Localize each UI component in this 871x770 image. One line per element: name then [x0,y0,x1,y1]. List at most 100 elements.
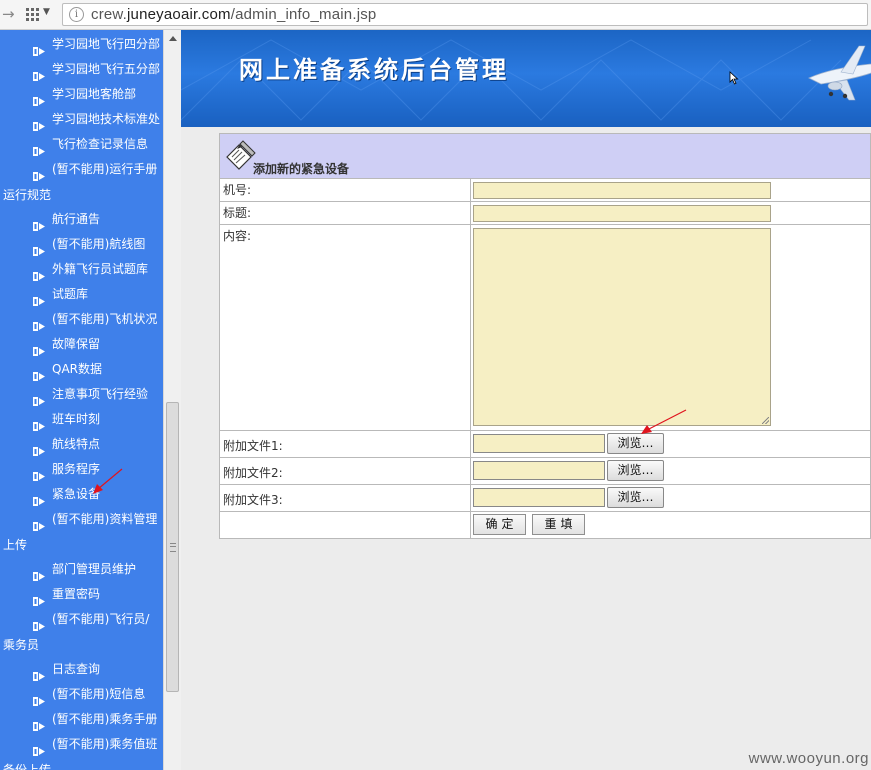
reset-button[interactable]: 重填 [532,514,585,535]
bullet-arrow-icon [33,440,45,456]
scroll-grip-icon [170,543,176,552]
address-bar[interactable]: i crew.juneyaoair.com/admin_info_main.js… [62,3,868,26]
sidebar-item-label[interactable]: (暂不能用)乘务值班 [52,732,157,757]
sidebar-item-label[interactable]: (暂不能用)资料管理 [52,507,157,532]
sidebar-item-label[interactable]: 日志查询 [52,657,100,682]
apps-grid-icon[interactable] [26,8,40,22]
forward-arrow-icon[interactable]: → [2,5,18,23]
sidebar-item-label[interactable]: (暂不能用)飞行员/ [52,607,149,632]
actions-cell: 确定 重填 [470,511,871,539]
content-cell [470,224,871,431]
bullet-arrow-icon [33,140,45,156]
bullet-arrow-icon [33,40,45,56]
url-text[interactable]: crew.juneyaoair.com/admin_info_main.jsp [91,6,376,23]
page-info-icon[interactable]: i [69,7,84,22]
bullet-arrow-icon [33,115,45,131]
sidebar-item-label[interactable]: (暂不能用)运行手册 [52,157,157,182]
attach1-browse-button[interactable]: 浏览… [607,433,664,454]
bullet-arrow-icon [33,165,45,181]
attach3-file-input[interactable] [473,488,605,507]
bullet-arrow-icon [33,240,45,256]
bullet-arrow-icon [33,365,45,381]
sidebar-item-label[interactable]: 学习园地技术标准处 [52,107,160,132]
title-cell [470,201,871,225]
bullet-arrow-icon [33,390,45,406]
attach2-label: 附加文件2: [219,457,471,485]
sidebar-wrapped-text[interactable]: 运行规范 [3,185,51,205]
page-banner: 网上准备系统后台管理 [181,30,871,127]
bullet-arrow-icon [33,740,45,756]
sidebar-item-label[interactable]: (暂不能用)航线图 [52,232,145,257]
sidebar-item-label[interactable]: 学习园地客舱部 [52,82,136,107]
sidebar-item-label[interactable]: 重置密码 [52,582,100,607]
mouse-cursor-icon [729,71,739,85]
bullet-arrow-icon [33,515,45,531]
bullet-arrow-icon [33,315,45,331]
bullet-arrow-icon [33,690,45,706]
sidebar-item-label[interactable]: 注意事项飞行经验 [52,382,148,407]
sidebar-wrapped-text[interactable]: 上传 [3,535,27,555]
resize-grip-icon[interactable] [762,417,769,424]
sidebar-item-label[interactable]: 航行通告 [52,207,100,232]
bullet-arrow-icon [33,415,45,431]
attach3-label: 附加文件3: [219,484,471,512]
title-input[interactable] [473,205,771,222]
actions-spacer [219,511,471,539]
sidebar-item-label[interactable]: 部门管理员维护 [52,557,136,582]
bullet-arrow-icon [33,65,45,81]
sidebar-item-label[interactable]: 班车时刻 [52,407,100,432]
attach1-label: 附加文件1: [219,430,471,458]
add-equipment-form: 添加新的紧急设备 机号: 标题: 内容: 附加文件1: 浏览… 附加文件2: 浏… [219,133,871,539]
content-label: 内容: [219,224,471,431]
submit-button[interactable]: 确定 [473,514,526,535]
machine-no-cell [470,178,871,202]
bullet-arrow-icon [33,290,45,306]
bullet-arrow-icon [33,590,45,606]
attach3-cell: 浏览… [470,484,871,512]
bullet-arrow-icon [33,215,45,231]
sidebar-wrapped-text[interactable]: 乘务员 [3,635,39,655]
sidebar-item-label[interactable]: 学习园地飞行五分部 [52,57,160,82]
annotation-arrow-browse [641,409,687,434]
apps-dropdown-icon[interactable]: ▼ [43,7,50,17]
sidebar-item-label[interactable]: 航线特点 [52,432,100,457]
sidebar-item-label[interactable]: 学习园地飞行四分部 [52,32,160,57]
airplane-icon [808,45,871,101]
sidebar-item-label[interactable]: 飞行检查记录信息 [52,132,148,157]
sidebar-item-label[interactable]: (暂不能用)飞机状况 [52,307,157,332]
bullet-arrow-icon [33,490,45,506]
sidebar-item-label[interactable]: (暂不能用)乘务手册 [52,707,157,732]
sidebar-wrapped-text[interactable]: 备份上传 [3,760,51,770]
scrollbar-thumb[interactable] [166,402,179,692]
sidebar-scrollbar[interactable] [163,30,181,770]
attach2-file-input[interactable] [473,461,605,480]
title-label: 标题: [219,201,471,225]
bullet-arrow-icon [33,90,45,106]
attach2-cell: 浏览… [470,457,871,485]
attach3-browse-button[interactable]: 浏览… [607,487,664,508]
attach2-browse-button[interactable]: 浏览… [607,460,664,481]
bullet-arrow-icon [33,565,45,581]
sidebar-item-label[interactable]: 外籍飞行员试题库 [52,257,148,282]
bullet-arrow-icon [33,615,45,631]
attach1-file-input[interactable] [473,434,605,453]
sidebar-item-label[interactable]: 试题库 [52,282,88,307]
bullet-arrow-icon [33,265,45,281]
sidebar-item-label[interactable]: QAR数据 [52,357,102,382]
bullet-arrow-icon [33,465,45,481]
form-title: 添加新的紧急设备 [253,162,350,176]
sidebar-item-label[interactable]: (暂不能用)短信息 [52,682,145,707]
sidebar-menu: 学习园地飞行四分部 学习园地飞行五分部 学习园地客舱部 学习园地技术标准处 飞行检查记录… [0,30,163,770]
bullet-arrow-icon [33,665,45,681]
sidebar-item-label[interactable]: 故障保留 [52,332,100,357]
bullet-arrow-icon [33,715,45,731]
browser-toolbar: → ▼ i crew.juneyaoair.com/admin_info_mai… [0,0,871,30]
bullet-arrow-icon [33,340,45,356]
form-header: 添加新的紧急设备 [219,133,871,179]
watermark: www.wooyun.org [748,750,869,767]
content-textarea[interactable] [473,228,771,426]
scroll-up-arrow-icon[interactable] [169,36,177,41]
machine-no-input[interactable] [473,182,771,199]
edit-pencil-icon [226,140,256,170]
annotation-arrow-sidebar [93,468,123,494]
